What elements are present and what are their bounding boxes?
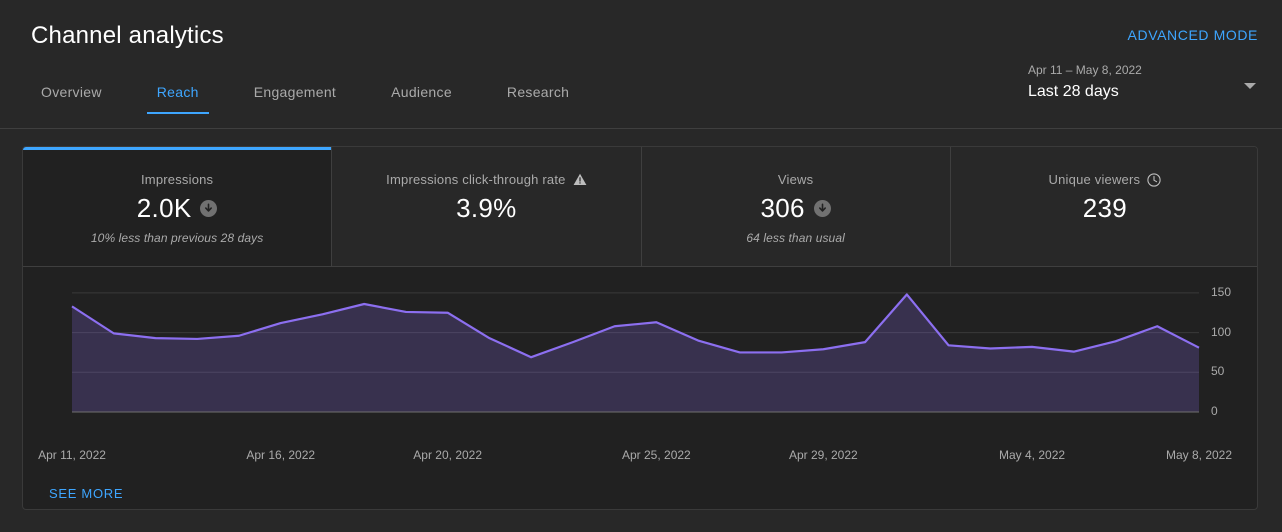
- chart-x-axis: Apr 11, 2022 Apr 16, 2022 Apr 20, 2022 Apr …: [23, 267, 1258, 510]
- tab-label: Research: [507, 84, 569, 100]
- metric-value-row: 239: [1083, 193, 1127, 224]
- date-range-preset: Last 28 days: [1028, 81, 1258, 103]
- see-more-link[interactable]: SEE MORE: [49, 486, 123, 501]
- page-title: Channel analytics: [31, 22, 224, 50]
- arrow-down-circle-icon: [814, 200, 831, 217]
- metric-value-row: 3.9%: [456, 193, 516, 224]
- x-axis-tick-label: May 4, 2022: [999, 448, 1065, 462]
- metric-value: 3.9%: [456, 193, 516, 224]
- date-range-selector[interactable]: Apr 11 – May 8, 2022 Last 28 days: [1028, 62, 1258, 103]
- tab-label: Overview: [41, 84, 102, 100]
- tab-audience[interactable]: Audience: [381, 84, 462, 114]
- metric-card-views[interactable]: Views 306 64 less than usual: [642, 147, 951, 266]
- channel-analytics-page: Channel analytics ADVANCED MODE Overview…: [0, 0, 1282, 532]
- x-axis-tick-label: Apr 29, 2022: [789, 448, 858, 462]
- tab-label: Reach: [157, 84, 199, 100]
- date-range-text: Apr 11 – May 8, 2022: [1028, 62, 1258, 79]
- metric-tabs: Impressions 2.0K 10% less than previous 28…: [23, 147, 1258, 266]
- metric-label: Unique viewers: [1049, 172, 1141, 187]
- metric-label-row: Views: [778, 172, 813, 187]
- x-axis-tick-label: Apr 16, 2022: [246, 448, 315, 462]
- metric-label: Impressions: [141, 172, 213, 187]
- tab-overview[interactable]: Overview: [31, 84, 112, 114]
- metric-value: 306: [760, 193, 804, 224]
- metric-label: Views: [778, 172, 813, 187]
- arrow-down-circle-icon: [200, 200, 217, 217]
- metric-value: 239: [1083, 193, 1127, 224]
- advanced-mode-button[interactable]: ADVANCED MODE: [1128, 27, 1258, 43]
- metric-card-impressions-click-through-rate[interactable]: Impressions click-through rate 3.9%: [332, 147, 641, 266]
- metric-card-unique-viewers[interactable]: Unique viewers 239: [951, 147, 1258, 266]
- metric-label-row: Impressions click-through rate: [386, 172, 586, 187]
- metric-note: 10% less than previous 28 days: [91, 231, 263, 245]
- x-axis-tick-label: Apr 25, 2022: [622, 448, 691, 462]
- impressions-chart: 050100150 Apr 11, 2022Apr 16, 2022Apr 20…: [23, 267, 1258, 510]
- metric-value: 2.0K: [137, 193, 192, 224]
- metric-label-row: Impressions: [141, 172, 213, 187]
- metric-card-impressions[interactable]: Impressions 2.0K 10% less than previous 28…: [23, 147, 332, 266]
- x-axis-tick-label: May 8, 2022: [1166, 448, 1232, 462]
- clock-icon: [1147, 173, 1161, 187]
- metric-note: 64 less than usual: [746, 231, 845, 245]
- metric-value-row: 306: [760, 193, 830, 224]
- tab-label: Audience: [391, 84, 452, 100]
- x-axis-tick-label: Apr 20, 2022: [413, 448, 482, 462]
- tab-label: Engagement: [254, 84, 336, 100]
- tab-engagement[interactable]: Engagement: [244, 84, 346, 114]
- tab-research[interactable]: Research: [497, 84, 579, 114]
- header-divider: [0, 128, 1282, 129]
- metric-label-row: Unique viewers: [1049, 172, 1162, 187]
- reach-metrics-card: Impressions 2.0K 10% less than previous 28…: [22, 146, 1258, 510]
- x-axis-tick-label: Apr 11, 2022: [38, 448, 106, 462]
- chevron-down-icon: [1244, 83, 1256, 89]
- warning-triangle-icon: [573, 173, 587, 186]
- analytics-tabs: Overview Reach Engagement Audience Research: [31, 84, 579, 114]
- metric-value-row: 2.0K: [137, 193, 218, 224]
- metric-label: Impressions click-through rate: [386, 172, 565, 187]
- tab-reach[interactable]: Reach: [147, 84, 209, 114]
